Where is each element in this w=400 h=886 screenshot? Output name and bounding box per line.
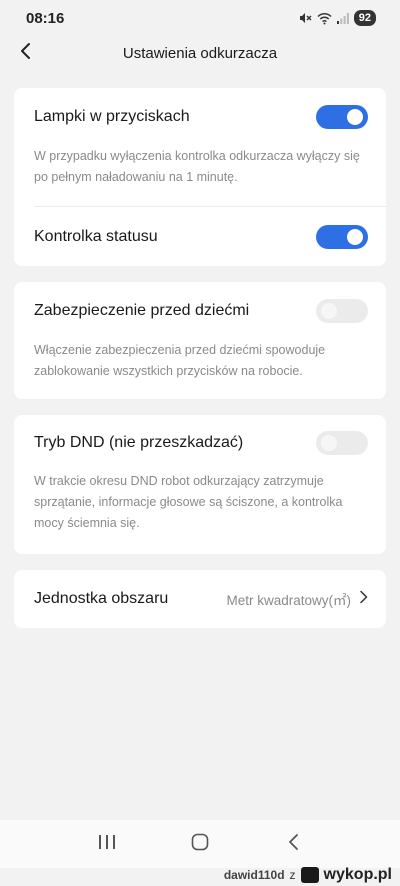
child-lock-card: Zabezpieczenie przed dziećmi Włączenie z… [14,282,386,399]
system-back-button[interactable] [273,824,313,864]
child-lock-row: Zabezpieczenie przed dziećmi [14,282,386,340]
dnd-description: W trakcie okresu DND robot odkurzający z… [34,474,343,530]
toggle-knob [347,228,363,245]
child-lock-description: Włączenie zabezpieczenia przed dziećmi s… [34,343,326,378]
back-icon [287,833,299,856]
watermark: dawid110d z wykop.pl [224,866,392,884]
signal-icon [336,12,349,24]
home-icon [191,833,209,856]
wifi-icon [317,12,332,25]
toggle-knob [347,109,363,125]
status-light-toggle[interactable] [316,224,368,249]
back-button[interactable] [10,38,40,68]
status-light-label: Kontrolka statusu [34,227,158,245]
child-lock-toggle[interactable] [316,299,368,323]
recent-apps-button[interactable] [87,824,127,864]
watermark-site: wykop.pl [323,866,392,883]
watermark-connector: z [289,868,296,882]
area-unit-selector[interactable]: Metr kwadratowy(㎡) [226,589,368,609]
wykop-logo-icon [300,867,319,883]
mute-icon [298,11,312,25]
recent-apps-icon [98,834,116,855]
battery-icon: 92 [353,10,376,26]
dnd-toggle[interactable] [316,431,368,455]
watermark-user: dawid110d [223,868,285,882]
status-light-row: Kontrolka statusu [14,207,386,266]
button-lights-description: W przypadku wyłączenia kontrolka odkurza… [34,149,360,184]
child-lock-label: Zabezpieczenie przed dziećmi [34,302,250,319]
home-button[interactable] [180,824,220,864]
page-title: Ustawienia odkurzacza [122,44,278,62]
toggle-knob [321,435,337,451]
dnd-row: Tryb DND (nie przeszkadzać) [14,415,386,471]
button-lights-toggle[interactable] [316,105,368,129]
area-unit-card[interactable]: Jednostka obszaru Metr kwadratowy(㎡) [14,570,386,628]
status-icons: 92 [298,10,376,26]
button-lights-label: Lampki w przyciskach [34,108,190,125]
chevron-right-icon [359,590,368,609]
area-unit-value: Metr kwadratowy(㎡) [226,593,351,608]
area-unit-label: Jednostka obszaru [34,590,169,607]
header: Ustawienia odkurzacza [0,36,400,70]
area-unit-row[interactable]: Jednostka obszaru Metr kwadratowy(㎡) [14,570,386,628]
status-bar: 08:16 92 [0,0,400,36]
system-nav-bar [0,820,400,868]
dnd-label: Tryb DND (nie przeszkadzać) [34,434,244,451]
dnd-card: Tryb DND (nie przeszkadzać) W trakcie ok… [14,415,386,554]
lights-card: Lampki w przyciskach W przypadku wyłącze… [14,88,386,266]
status-time: 08:16 [26,9,65,27]
chevron-left-icon [18,42,32,65]
button-lights-row: Lampki w przyciskach [14,88,386,146]
toggle-knob [321,303,337,319]
